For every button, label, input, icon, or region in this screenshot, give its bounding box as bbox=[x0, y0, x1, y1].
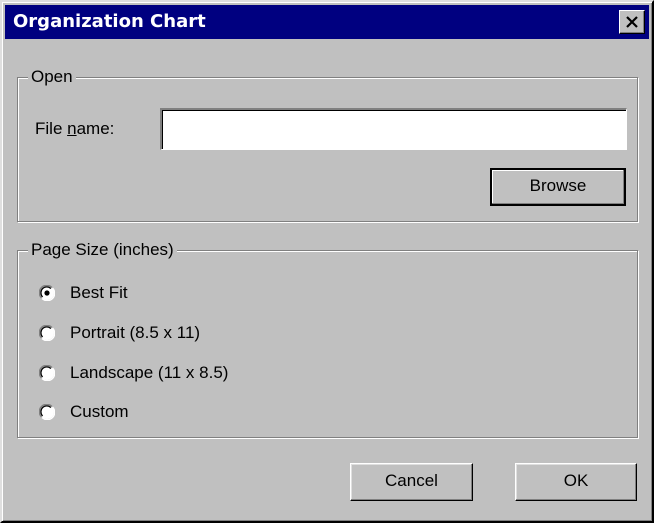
open-group-legend: Open bbox=[28, 66, 76, 88]
radio-portrait-label: Portrait (8.5 x 11) bbox=[70, 323, 201, 342]
close-x-icon bbox=[626, 16, 638, 28]
radio-unselected-icon bbox=[39, 325, 55, 341]
radio-landscape-label: Landscape (11 x 8.5) bbox=[70, 363, 229, 382]
close-button[interactable] bbox=[619, 10, 645, 34]
radio-landscape[interactable]: Landscape (11 x 8.5) bbox=[39, 362, 299, 384]
browse-button[interactable]: Browse bbox=[490, 168, 626, 206]
cancel-button[interactable]: Cancel bbox=[350, 463, 473, 501]
radio-custom[interactable]: Custom bbox=[39, 401, 299, 423]
radio-selected-icon bbox=[39, 285, 55, 301]
organization-chart-dialog: Organization Chart Open File name: Brows… bbox=[0, 0, 654, 523]
radio-portrait[interactable]: Portrait (8.5 x 11) bbox=[39, 322, 299, 344]
ok-button[interactable]: OK bbox=[515, 463, 637, 501]
radio-unselected-icon bbox=[39, 365, 55, 381]
title-bar[interactable]: Organization Chart bbox=[5, 5, 649, 39]
file-name-label: File name: bbox=[35, 119, 115, 138]
file-name-input[interactable] bbox=[160, 108, 627, 150]
radio-best-fit[interactable]: Best Fit bbox=[39, 282, 299, 304]
radio-best-fit-label: Best Fit bbox=[70, 283, 128, 302]
window-title: Organization Chart bbox=[13, 11, 206, 32]
page-size-group-legend: Page Size (inches) bbox=[28, 239, 177, 261]
radio-unselected-icon bbox=[39, 404, 55, 420]
radio-custom-label: Custom bbox=[70, 402, 129, 421]
